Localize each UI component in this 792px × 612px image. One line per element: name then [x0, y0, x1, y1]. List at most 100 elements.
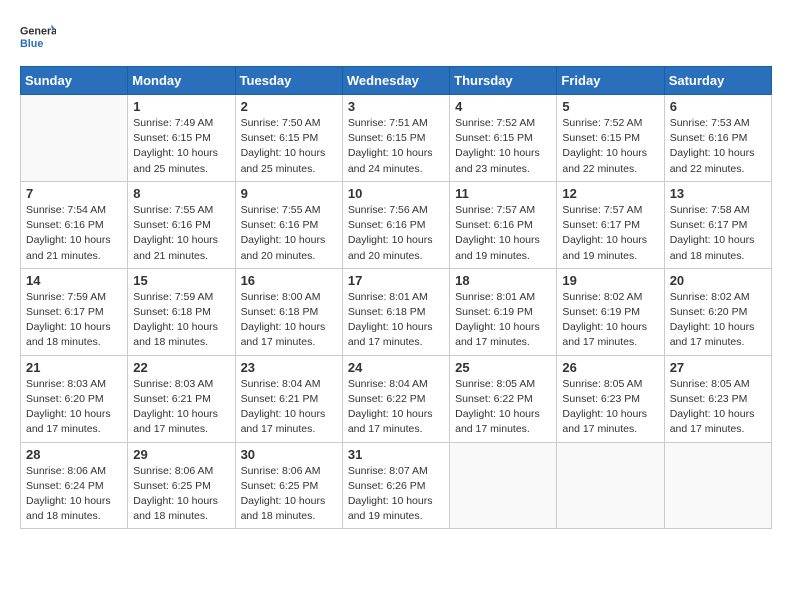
calendar-cell: 31Sunrise: 8:07 AMSunset: 6:26 PMDayligh… — [342, 442, 449, 529]
day-number: 29 — [133, 447, 229, 462]
day-info: Sunrise: 7:55 AMSunset: 6:16 PMDaylight:… — [133, 203, 229, 264]
day-info: Sunrise: 8:05 AMSunset: 6:23 PMDaylight:… — [670, 377, 766, 438]
day-info: Sunrise: 8:05 AMSunset: 6:23 PMDaylight:… — [562, 377, 658, 438]
weekday-header-thursday: Thursday — [450, 67, 557, 95]
week-row-1: 1 Sunrise: 7:49 AMSunset: 6:15 PMDaylight… — [21, 95, 772, 182]
day-number: 23 — [241, 360, 337, 375]
day-number: 2 — [241, 99, 337, 114]
calendar-cell: 30 Sunrise: 8:06 AMSunset: 6:25 PMDayligh… — [235, 442, 342, 529]
day-info: Sunrise: 7:58 AMSunset: 6:17 PMDaylight:… — [670, 203, 766, 264]
day-info: Sunrise: 7:53 AMSunset: 6:16 PMDaylight:… — [670, 116, 766, 177]
day-number: 16 — [241, 273, 337, 288]
day-info: Sunrise: 7:49 AMSunset: 6:15 PMDaylight:… — [133, 116, 229, 177]
calendar-cell: 21 Sunrise: 8:03 AMSunset: 6:20 PMDayligh… — [21, 355, 128, 442]
svg-text:Blue: Blue — [20, 38, 43, 50]
day-info: Sunrise: 8:01 AMSunset: 6:18 PMDaylight:… — [348, 290, 444, 351]
weekday-header-tuesday: Tuesday — [235, 67, 342, 95]
day-info: Sunrise: 7:55 AMSunset: 6:16 PMDaylight:… — [241, 203, 337, 264]
calendar-cell — [450, 442, 557, 529]
day-info: Sunrise: 7:59 AMSunset: 6:17 PMDaylight:… — [26, 290, 122, 351]
day-info: Sunrise: 8:01 AMSunset: 6:19 PMDaylight:… — [455, 290, 551, 351]
calendar-cell: 18Sunrise: 8:01 AMSunset: 6:19 PMDayligh… — [450, 268, 557, 355]
day-info: Sunrise: 7:54 AMSunset: 6:16 PMDaylight:… — [26, 203, 122, 264]
day-number: 28 — [26, 447, 122, 462]
calendar-cell: 23 Sunrise: 8:04 AMSunset: 6:21 PMDayligh… — [235, 355, 342, 442]
calendar-cell: 27Sunrise: 8:05 AMSunset: 6:23 PMDayligh… — [664, 355, 771, 442]
calendar-cell: 28 Sunrise: 8:06 AMSunset: 6:24 PMDayligh… — [21, 442, 128, 529]
calendar-cell: 15 Sunrise: 7:59 AMSunset: 6:18 PMDayligh… — [128, 268, 235, 355]
weekday-header-saturday: Saturday — [664, 67, 771, 95]
logo-icon: General Blue — [20, 20, 56, 56]
weekday-header-row: SundayMondayTuesdayWednesdayThursdayFrid… — [21, 67, 772, 95]
weekday-header-friday: Friday — [557, 67, 664, 95]
calendar-cell: 9Sunrise: 7:55 AMSunset: 6:16 PMDaylight… — [235, 181, 342, 268]
calendar-cell: 19 Sunrise: 8:02 AMSunset: 6:19 PMDayligh… — [557, 268, 664, 355]
weekday-header-wednesday: Wednesday — [342, 67, 449, 95]
calendar-cell: 7 Sunrise: 7:54 AMSunset: 6:16 PMDaylight… — [21, 181, 128, 268]
day-number: 15 — [133, 273, 229, 288]
day-number: 3 — [348, 99, 444, 114]
day-info: Sunrise: 8:06 AMSunset: 6:25 PMDaylight:… — [133, 464, 229, 525]
calendar-cell — [21, 95, 128, 182]
week-row-5: 28 Sunrise: 8:06 AMSunset: 6:24 PMDayligh… — [21, 442, 772, 529]
day-number: 7 — [26, 186, 122, 201]
calendar-cell: 25Sunrise: 8:05 AMSunset: 6:22 PMDayligh… — [450, 355, 557, 442]
day-info: Sunrise: 7:51 AMSunset: 6:15 PMDaylight:… — [348, 116, 444, 177]
week-row-2: 7 Sunrise: 7:54 AMSunset: 6:16 PMDaylight… — [21, 181, 772, 268]
day-number: 17 — [348, 273, 444, 288]
calendar-cell: 8 Sunrise: 7:55 AMSunset: 6:16 PMDaylight… — [128, 181, 235, 268]
calendar-cell: 14 Sunrise: 7:59 AMSunset: 6:17 PMDayligh… — [21, 268, 128, 355]
calendar-cell: 13Sunrise: 7:58 AMSunset: 6:17 PMDayligh… — [664, 181, 771, 268]
calendar-cell: 12 Sunrise: 7:57 AMSunset: 6:17 PMDayligh… — [557, 181, 664, 268]
day-number: 1 — [133, 99, 229, 114]
weekday-header-sunday: Sunday — [21, 67, 128, 95]
calendar-cell: 16 Sunrise: 8:00 AMSunset: 6:18 PMDayligh… — [235, 268, 342, 355]
day-info: Sunrise: 7:57 AMSunset: 6:16 PMDaylight:… — [455, 203, 551, 264]
day-info: Sunrise: 7:50 AMSunset: 6:15 PMDaylight:… — [241, 116, 337, 177]
day-info: Sunrise: 8:00 AMSunset: 6:18 PMDaylight:… — [241, 290, 337, 351]
day-number: 22 — [133, 360, 229, 375]
day-number: 21 — [26, 360, 122, 375]
day-info: Sunrise: 8:02 AMSunset: 6:19 PMDaylight:… — [562, 290, 658, 351]
calendar-cell: 4 Sunrise: 7:52 AMSunset: 6:15 PMDaylight… — [450, 95, 557, 182]
day-number: 26 — [562, 360, 658, 375]
day-info: Sunrise: 8:04 AMSunset: 6:21 PMDaylight:… — [241, 377, 337, 438]
day-info: Sunrise: 8:02 AMSunset: 6:20 PMDaylight:… — [670, 290, 766, 351]
calendar-cell — [557, 442, 664, 529]
day-info: Sunrise: 7:52 AMSunset: 6:15 PMDaylight:… — [562, 116, 658, 177]
day-info: Sunrise: 8:06 AMSunset: 6:25 PMDaylight:… — [241, 464, 337, 525]
calendar-cell: 11 Sunrise: 7:57 AMSunset: 6:16 PMDayligh… — [450, 181, 557, 268]
calendar-cell: 17 Sunrise: 8:01 AMSunset: 6:18 PMDayligh… — [342, 268, 449, 355]
day-number: 10 — [348, 186, 444, 201]
day-number: 12 — [562, 186, 658, 201]
calendar-cell — [664, 442, 771, 529]
day-number: 14 — [26, 273, 122, 288]
day-number: 6 — [670, 99, 766, 114]
day-number: 4 — [455, 99, 551, 114]
weekday-header-monday: Monday — [128, 67, 235, 95]
calendar-cell: 10Sunrise: 7:56 AMSunset: 6:16 PMDayligh… — [342, 181, 449, 268]
day-info: Sunrise: 8:04 AMSunset: 6:22 PMDaylight:… — [348, 377, 444, 438]
calendar-cell: 26 Sunrise: 8:05 AMSunset: 6:23 PMDayligh… — [557, 355, 664, 442]
day-number: 20 — [670, 273, 766, 288]
day-number: 19 — [562, 273, 658, 288]
calendar-cell: 1 Sunrise: 7:49 AMSunset: 6:15 PMDaylight… — [128, 95, 235, 182]
calendar-cell: 22 Sunrise: 8:03 AMSunset: 6:21 PMDayligh… — [128, 355, 235, 442]
calendar-cell: 6 Sunrise: 7:53 AMSunset: 6:16 PMDaylight… — [664, 95, 771, 182]
calendar-cell: 29 Sunrise: 8:06 AMSunset: 6:25 PMDayligh… — [128, 442, 235, 529]
day-number: 24 — [348, 360, 444, 375]
day-info: Sunrise: 8:06 AMSunset: 6:24 PMDaylight:… — [26, 464, 122, 525]
calendar-cell: 5 Sunrise: 7:52 AMSunset: 6:15 PMDaylight… — [557, 95, 664, 182]
day-info: Sunrise: 8:05 AMSunset: 6:22 PMDaylight:… — [455, 377, 551, 438]
day-info: Sunrise: 8:03 AMSunset: 6:21 PMDaylight:… — [133, 377, 229, 438]
day-info: Sunrise: 7:52 AMSunset: 6:15 PMDaylight:… — [455, 116, 551, 177]
calendar-table: SundayMondayTuesdayWednesdayThursdayFrid… — [20, 66, 772, 529]
day-number: 5 — [562, 99, 658, 114]
day-info: Sunrise: 8:03 AMSunset: 6:20 PMDaylight:… — [26, 377, 122, 438]
day-number: 30 — [241, 447, 337, 462]
page-header: General Blue — [20, 20, 772, 56]
day-number: 8 — [133, 186, 229, 201]
day-info: Sunrise: 7:59 AMSunset: 6:18 PMDaylight:… — [133, 290, 229, 351]
day-number: 11 — [455, 186, 551, 201]
day-info: Sunrise: 7:57 AMSunset: 6:17 PMDaylight:… — [562, 203, 658, 264]
